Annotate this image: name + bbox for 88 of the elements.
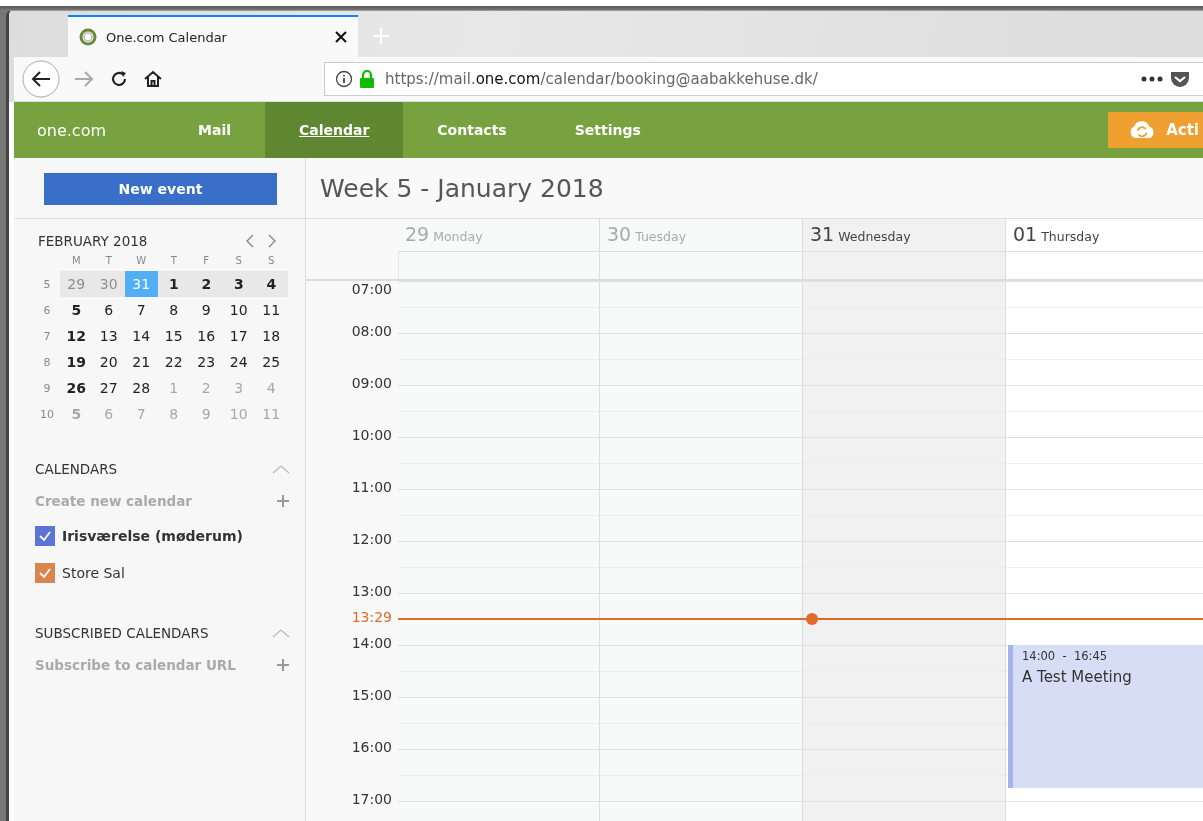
hour-label: 08:00 bbox=[351, 323, 392, 339]
back-button[interactable] bbox=[22, 60, 60, 98]
lock-icon bbox=[359, 70, 375, 88]
calendar-day[interactable]: 12 bbox=[60, 323, 93, 349]
calendar-checkbox[interactable] bbox=[35, 563, 55, 583]
event-time: 14:00 - 16:45 bbox=[1022, 649, 1109, 663]
weekday-label: M bbox=[70, 254, 82, 266]
new-event-button[interactable]: New event bbox=[44, 173, 277, 205]
month-nav-icon[interactable] bbox=[244, 233, 278, 249]
calendar-day[interactable]: 21 bbox=[125, 349, 158, 375]
calendar-day[interactable]: 4 bbox=[255, 271, 288, 297]
plus-icon[interactable] bbox=[276, 494, 290, 508]
weekday-label: T bbox=[169, 254, 178, 266]
weekday-label: S bbox=[267, 254, 276, 266]
calendar-day[interactable]: 27 bbox=[92, 375, 125, 401]
hour-label: 10:00 bbox=[351, 427, 392, 443]
calendar-checkbox[interactable] bbox=[35, 526, 55, 546]
calendar-day[interactable]: 7 bbox=[125, 297, 158, 323]
calendar-day[interactable]: 5 bbox=[60, 297, 93, 323]
hour-label: 12:00 bbox=[351, 531, 392, 547]
calendar-day[interactable]: 18 bbox=[255, 323, 288, 349]
current-time-label: 13:29 bbox=[351, 609, 392, 625]
address-bar[interactable]: https://mail.one.com/calendar/booking@aabakkehuse.dk/ bbox=[324, 62, 1203, 96]
hour-label: 14:00 bbox=[351, 635, 392, 651]
week-number: 6 bbox=[42, 303, 52, 317]
weekday-label: F bbox=[202, 254, 211, 266]
collapse-icon[interactable] bbox=[272, 464, 290, 474]
calendar-name[interactable]: Irisværelse (møderum) bbox=[62, 528, 243, 544]
week-number: 9 bbox=[42, 381, 52, 395]
all-day-cell[interactable] bbox=[1005, 252, 1203, 279]
day-header[interactable]: 01 Thursday bbox=[1005, 219, 1203, 252]
weekday-label: S bbox=[234, 254, 243, 266]
home-icon[interactable] bbox=[142, 68, 164, 90]
hour-label: 16:00 bbox=[351, 739, 392, 755]
calendar-day[interactable]: 6 bbox=[92, 297, 125, 323]
hour-label: 15:00 bbox=[351, 687, 392, 703]
calendar-day[interactable]: 28 bbox=[125, 375, 158, 401]
calendar-day[interactable]: 13 bbox=[92, 323, 125, 349]
calendar-day[interactable]: 16 bbox=[190, 323, 223, 349]
week-number: 7 bbox=[42, 329, 52, 343]
hour-label: 17:00 bbox=[351, 791, 392, 807]
hour-label: 11:00 bbox=[351, 479, 392, 495]
ring-logo-icon bbox=[78, 27, 98, 47]
calendar-day[interactable]: 9 bbox=[190, 297, 223, 323]
calendar-day[interactable]: 11 bbox=[255, 297, 288, 323]
calendar-day[interactable]: 14 bbox=[125, 323, 158, 349]
pocket-icon[interactable] bbox=[1169, 69, 1191, 89]
tab-title: One.com Calendar bbox=[106, 29, 228, 45]
week-number: 5 bbox=[42, 277, 52, 291]
calendar-day[interactable]: 2 bbox=[190, 271, 223, 297]
hour-label: 09:00 bbox=[351, 375, 392, 391]
calendar-day[interactable]: 20 bbox=[92, 349, 125, 375]
day-header[interactable]: 31 Wednesday bbox=[802, 219, 1005, 252]
calendar-day[interactable]: 22 bbox=[157, 349, 190, 375]
calendar-day[interactable]: 3 bbox=[222, 271, 255, 297]
calendar-day[interactable]: 25 bbox=[255, 349, 288, 375]
calendar-day[interactable]: 23 bbox=[190, 349, 223, 375]
month-title: FEBRUARY 2018 bbox=[38, 233, 148, 249]
week-number: 8 bbox=[42, 355, 52, 369]
weekday-label: T bbox=[104, 254, 113, 266]
event-block[interactable]: 14:00 - 16:45 A Test Meeting bbox=[1008, 645, 1203, 788]
day-column[interactable]: 14:00 - 16:45 A Test Meeting bbox=[1005, 281, 1203, 821]
section-title: SUBSCRIBED CALENDARS bbox=[35, 625, 209, 641]
plus-icon[interactable] bbox=[276, 658, 290, 672]
calendar-name[interactable]: Store Sal bbox=[62, 565, 125, 581]
collapse-icon[interactable] bbox=[272, 628, 290, 638]
calendar-day[interactable]: 24 bbox=[222, 349, 255, 375]
calendar-day[interactable]: 15 bbox=[157, 323, 190, 349]
url-text: https://mail.one.com/calendar/booking@aabakkehuse.dk/ bbox=[385, 70, 818, 88]
calendar-day[interactable]: 8 bbox=[157, 297, 190, 323]
calendar-day[interactable]: 10 bbox=[222, 297, 255, 323]
close-icon[interactable] bbox=[334, 30, 348, 44]
week-number: 10 bbox=[39, 407, 55, 421]
hour-label: 07:00 bbox=[351, 281, 392, 297]
nav-tab[interactable]: Calendar bbox=[265, 102, 404, 158]
calendar-day[interactable]: 17 bbox=[222, 323, 255, 349]
calendar-day[interactable]: 1 bbox=[157, 271, 190, 297]
calendar-day[interactable]: 19 bbox=[60, 349, 93, 375]
hour-label: 13:00 bbox=[351, 583, 392, 599]
section-title: CALENDARS bbox=[35, 461, 118, 477]
browser-tab[interactable]: One.com Calendar bbox=[68, 15, 358, 57]
weekday-label: W bbox=[135, 254, 148, 266]
week-title: Week 5 - January 2018 bbox=[320, 173, 604, 203]
info-icon[interactable] bbox=[335, 70, 353, 88]
all-day-cell[interactable] bbox=[802, 252, 1005, 279]
calendar-day[interactable]: 26 bbox=[60, 375, 93, 401]
more-icon[interactable] bbox=[1141, 76, 1163, 82]
event-title: A Test Meeting bbox=[1022, 668, 1133, 686]
